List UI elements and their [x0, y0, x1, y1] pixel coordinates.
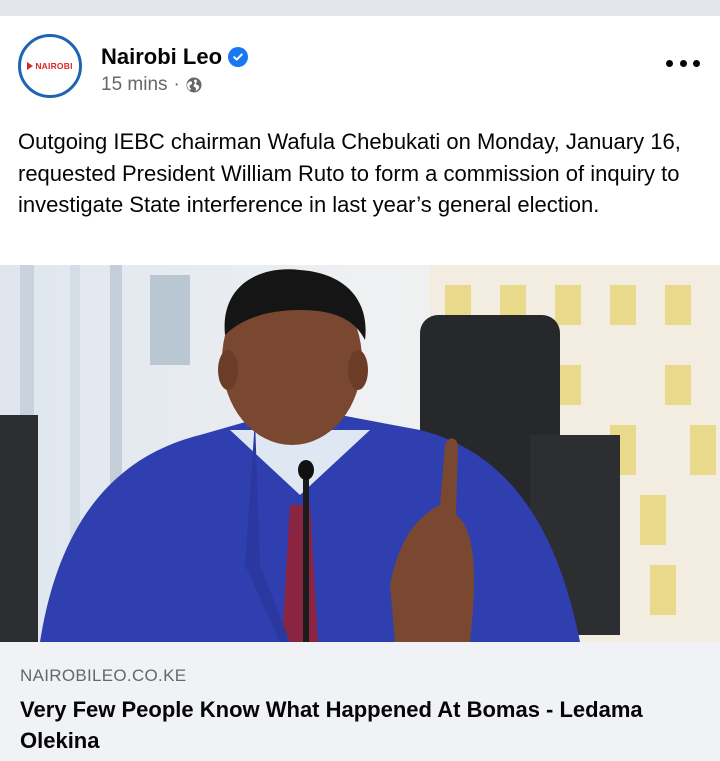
verified-check-icon — [228, 47, 249, 67]
meta-separator: · — [173, 74, 180, 95]
post-timestamp[interactable]: 15 mins — [101, 74, 168, 96]
more-options-button[interactable] — [666, 54, 700, 72]
globe-icon — [186, 77, 202, 93]
page-name[interactable]: Nairobi Leo — [101, 44, 222, 70]
more-dot-icon — [693, 59, 700, 67]
more-dot-icon — [666, 59, 673, 67]
link-preview[interactable]: NAIROBILEO.CO.KE Very Few People Know Wh… — [0, 642, 720, 761]
photo-illustration — [0, 265, 720, 642]
post-meta: 15 mins · — [101, 74, 202, 96]
post-card: NAIROBI Nairobi Leo 15 mins · Outgoing I… — [0, 16, 720, 761]
page-avatar[interactable]: NAIROBI — [18, 34, 82, 98]
more-dot-icon — [679, 59, 687, 67]
link-title[interactable]: Very Few People Know What Happened At Bo… — [20, 694, 700, 756]
link-domain: NAIROBILEO.CO.KE — [20, 666, 187, 685]
nairobi-leo-logo: NAIROBI — [27, 61, 72, 71]
logo-mark-icon — [27, 62, 34, 70]
post-photo[interactable] — [0, 265, 720, 642]
page-name-row: Nairobi Leo — [101, 44, 249, 70]
post-text: Outgoing IEBC chairman Wafula Chebukati … — [18, 129, 681, 217]
logo-text: NAIROBI — [35, 61, 73, 71]
top-divider — [0, 0, 720, 16]
